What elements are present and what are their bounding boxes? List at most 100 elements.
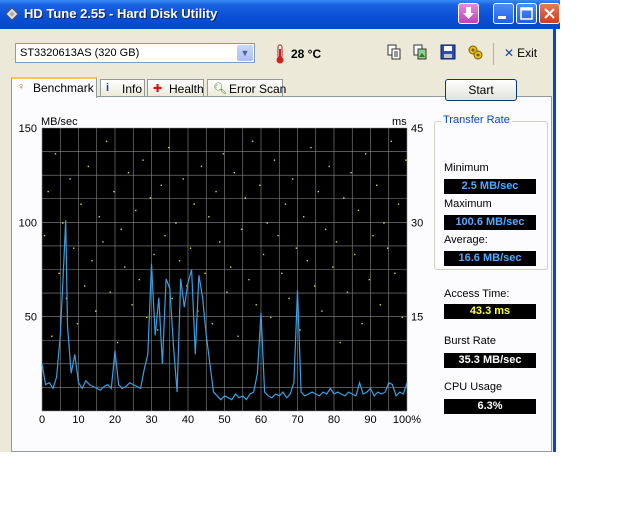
access-time-point <box>62 222 64 224</box>
access-time-point <box>390 140 392 142</box>
access-time-point <box>91 260 93 262</box>
access-time-point <box>175 222 177 224</box>
access-time-point <box>131 304 133 306</box>
access-time-point <box>350 172 352 174</box>
access-time-point <box>262 253 265 256</box>
access-time-point <box>317 190 319 193</box>
y2-tick-label: 30 <box>411 217 423 229</box>
access-time-point <box>193 203 195 205</box>
access-time-point <box>405 159 407 161</box>
access-time-point <box>164 234 166 237</box>
burst-rate-value: 35.3 MB/sec <box>444 353 536 368</box>
average-label: Average: <box>444 234 488 246</box>
cpu-usage-label: CPU Usage <box>444 381 503 393</box>
access-time-point <box>306 260 309 262</box>
access-time-point <box>302 216 305 218</box>
start-button[interactable]: Start <box>445 79 517 101</box>
burst-rate-label: Burst Rate <box>444 335 496 347</box>
y-tick-label: 150 <box>19 123 37 135</box>
access-time-point <box>83 285 86 287</box>
access-time-point <box>171 297 173 300</box>
access-time-point <box>365 153 367 155</box>
access-time-point <box>215 190 217 193</box>
access-time-point <box>178 260 181 262</box>
access-time-point <box>219 241 221 243</box>
x-tick-label: 60 <box>255 414 267 426</box>
access-time-point <box>113 190 115 193</box>
access-time-point <box>222 153 225 155</box>
x-tick-label: 30 <box>145 414 157 426</box>
access-time-point <box>76 322 79 325</box>
access-time-point <box>313 285 316 287</box>
access-time-point <box>259 184 261 186</box>
average-value: 16.6 MB/sec <box>444 251 536 266</box>
tab-benchmark-label: Benchmark <box>33 81 94 95</box>
x-tick-label: 50 <box>218 414 230 426</box>
access-time-point <box>266 222 268 224</box>
access-time-point <box>43 234 46 237</box>
access-time-point <box>310 146 312 149</box>
access-time-point <box>156 329 159 331</box>
access-time-point <box>200 165 203 168</box>
access-time-point <box>204 272 206 275</box>
x-tick-label: 80 <box>328 414 340 426</box>
access-time-point <box>160 184 163 186</box>
access-time-point <box>58 272 60 275</box>
x-tick-label: 100% <box>393 414 421 426</box>
y-tick-label: 50 <box>25 312 37 324</box>
access-time-point <box>94 310 97 312</box>
access-time-point <box>124 266 126 268</box>
access-time-point <box>368 278 371 281</box>
access-time-point <box>343 197 345 199</box>
access-time-point <box>87 165 90 168</box>
access-time-point <box>339 341 341 344</box>
access-time-point <box>332 266 334 268</box>
access-time-point <box>167 146 170 149</box>
access-time-point <box>98 216 100 218</box>
access-time-point <box>401 316 403 319</box>
access-time-point <box>127 172 130 174</box>
y2-axis-label: ms <box>392 116 407 128</box>
access-time-point <box>321 310 323 312</box>
access-time-point <box>284 203 287 205</box>
access-time-point <box>248 278 250 281</box>
access-time-point <box>189 247 192 249</box>
access-time-point <box>383 222 385 224</box>
access-time-point <box>54 153 57 155</box>
transfer-rate-group <box>434 121 548 270</box>
y-axis-label: MB/sec <box>41 116 78 128</box>
x-tick-label: 20 <box>109 414 121 426</box>
access-time-point <box>149 197 152 199</box>
access-time-point <box>233 172 236 174</box>
access-time-point <box>105 140 108 142</box>
y-tick-label: 100 <box>19 217 37 229</box>
access-time-point <box>335 241 338 243</box>
access-time-point <box>80 203 82 205</box>
cpu-usage-value: 6.3% <box>444 399 536 414</box>
maximum-value: 100.6 MB/sec <box>444 215 536 230</box>
maximum-label: Maximum <box>444 198 492 210</box>
access-time-point <box>375 184 378 186</box>
minimum-label: Minimum <box>444 162 489 174</box>
access-time-point <box>255 304 257 306</box>
benchmark-icon: ♀ <box>17 81 26 93</box>
access-time-point <box>142 159 144 161</box>
access-time-point <box>73 247 75 249</box>
access-time-point <box>226 291 228 293</box>
x-tick-label: 40 <box>182 414 194 426</box>
access-time-point <box>146 316 148 319</box>
x-tick-label: 90 <box>364 414 376 426</box>
access-time-value: 43.3 ms <box>444 304 536 319</box>
access-time-point <box>51 335 53 337</box>
access-time-point <box>346 291 349 293</box>
y2-tick-label: 45 <box>411 123 423 135</box>
access-time-point <box>397 203 400 205</box>
access-time-point <box>244 197 246 199</box>
access-time-point <box>386 247 389 249</box>
access-time-point <box>357 209 360 212</box>
access-time-point <box>102 241 104 243</box>
transfer-rate-title: Transfer Rate <box>441 114 512 126</box>
access-time-point <box>270 316 272 319</box>
tab-benchmark[interactable]: ♀ Benchmark <box>11 77 97 98</box>
access-time-point <box>240 228 243 231</box>
